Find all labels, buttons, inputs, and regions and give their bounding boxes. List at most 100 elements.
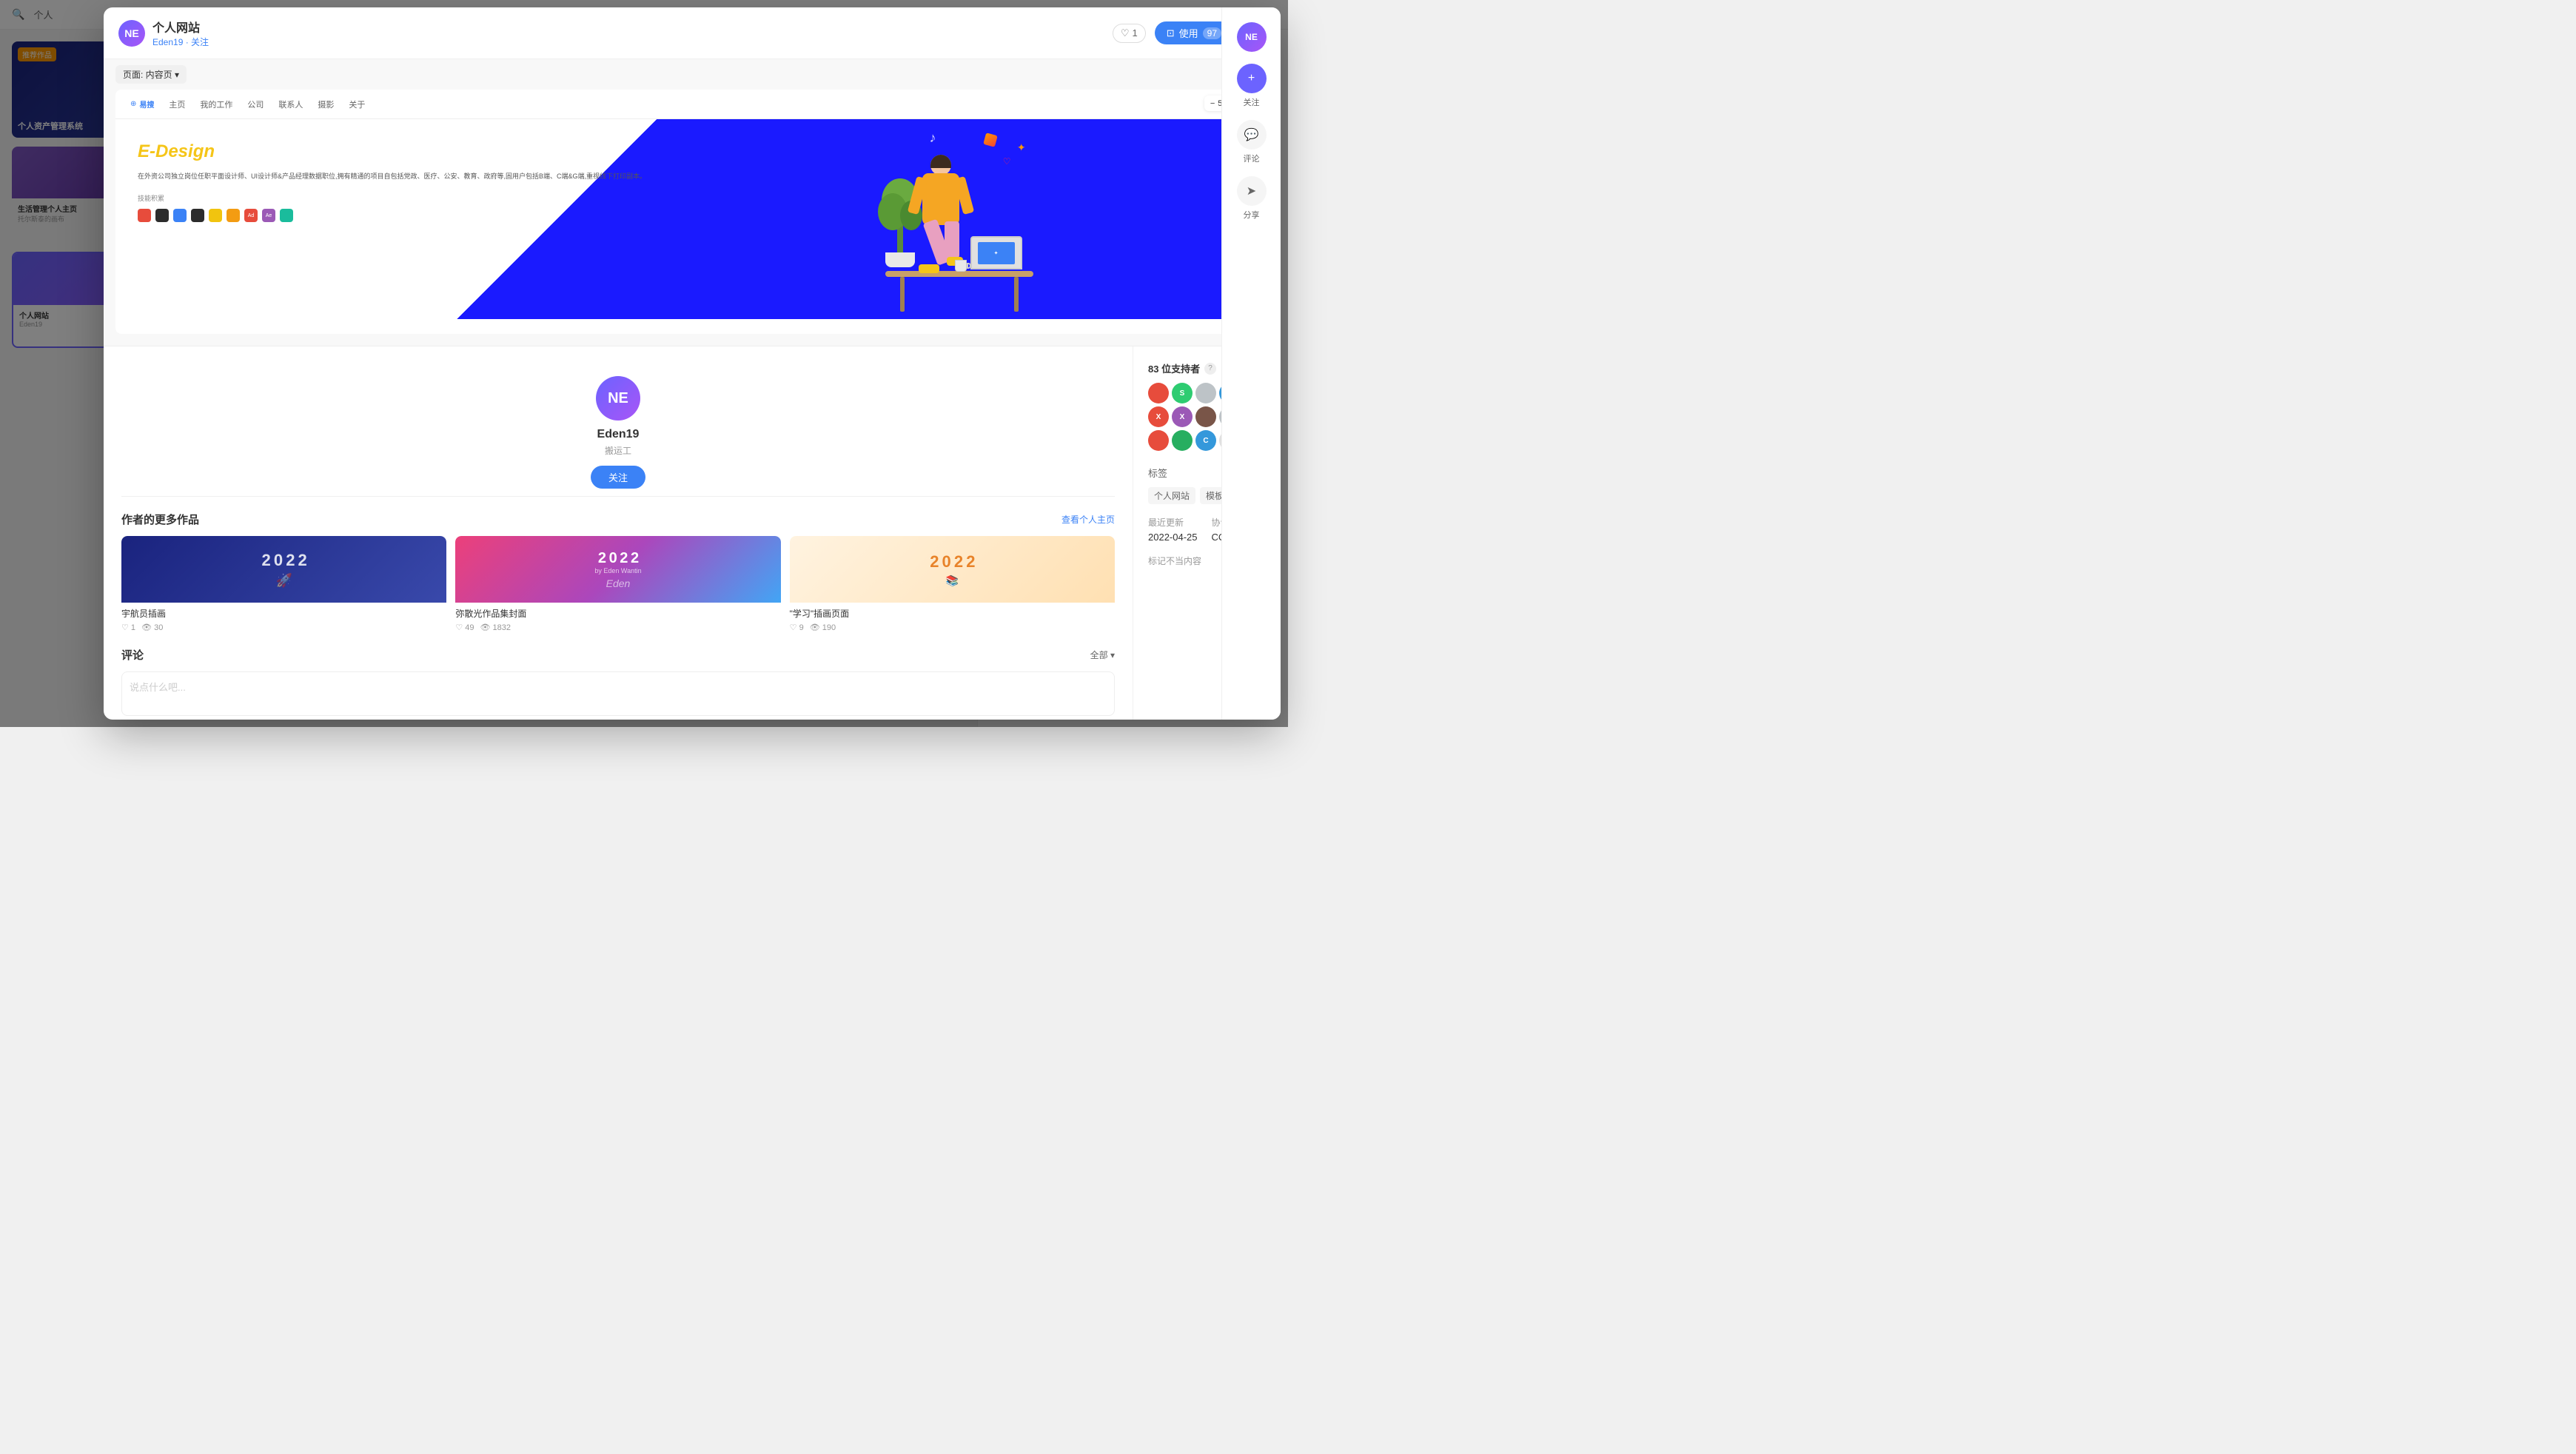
modal-logo: NE: [118, 20, 145, 47]
follow-button[interactable]: 关注: [591, 466, 645, 489]
work-stats-1: ♡ 1 👁 30: [121, 623, 446, 632]
music-deco: ♪: [930, 130, 936, 146]
work-heart-1: ♡ 1: [121, 623, 135, 632]
work-stats-2: ♡ 49 👁 1832: [455, 623, 780, 632]
panel-avatar: NE: [1237, 22, 1267, 52]
skill-icons: Ad Ae: [138, 209, 728, 222]
skill-icon-6: [227, 209, 240, 222]
work-views-3: 👁 190: [810, 623, 836, 632]
right-floating-panel: NE + 关注 💬 评论 ➤ 分享: [1221, 7, 1281, 720]
modal-subtitle[interactable]: Eden19 · 关注: [152, 36, 1113, 48]
more-works-header: 作者的更多作品 查看个人主页: [121, 512, 1115, 527]
use-label: 使用: [1179, 26, 1198, 40]
comment-placeholder: 说点什么吧...: [130, 682, 186, 693]
work-title-1: 宇航员插画: [121, 607, 446, 620]
supporter-7[interactable]: X: [1172, 406, 1193, 427]
work-title-2: 弥散光作品集封面: [455, 607, 780, 620]
skill-icon-9: [280, 209, 293, 222]
work-content-3: 2 0 2 2 📚: [930, 552, 974, 587]
supporter-11[interactable]: [1148, 430, 1169, 451]
nav-main: 主页: [169, 98, 185, 110]
preview-frame: ⊕ 易搜 主页 我的工作 公司 联系人 摄影 关于 个人网站: [115, 90, 1269, 334]
skill-icon-3: [173, 209, 187, 222]
nav-about: 关于: [349, 98, 365, 110]
follow-label: 关注: [1244, 96, 1260, 108]
site-hero-title: E-Design: [138, 141, 728, 162]
supporter-1[interactable]: [1148, 383, 1169, 403]
nav-contact: 联系人: [278, 98, 303, 110]
preview-section: 页面: 内容页 ▾ ⊕ 易搜 主页 我的工作 公司 联系人: [104, 59, 1281, 346]
work-thumb-3: 2 0 2 2 📚: [790, 536, 1115, 603]
share-icon: ➤: [1237, 176, 1267, 206]
work-card-1[interactable]: 2 0 2 2 🚀 宇航员插画 ♡ 1 👁 30: [121, 536, 446, 632]
works-grid: 2 0 2 2 🚀 宇航员插画 ♡ 1 👁 30: [121, 536, 1115, 632]
page-selector[interactable]: 页面: 内容页 ▾: [115, 65, 187, 84]
more-works-title: 作者的更多作品: [121, 512, 199, 527]
skills-label: 技能积累: [138, 193, 728, 203]
site-nav: ⊕ 易搜 主页 我的工作 公司 联系人 摄影 关于 个人网站: [115, 90, 1269, 119]
share-label: 分享: [1244, 209, 1260, 221]
supporter-2[interactable]: S: [1172, 383, 1193, 403]
site-hero: E-Design 在外资公司独立岗位任职平面设计师、UI设计师&产品经理数据职位…: [115, 119, 1269, 319]
nav-work: 我的工作: [200, 98, 232, 110]
zoom-minus-btn[interactable]: −: [1210, 99, 1215, 108]
supporter-3[interactable]: [1195, 383, 1216, 403]
skill-icon-1: [138, 209, 151, 222]
view-all-link[interactable]: 查看个人主页: [1061, 513, 1115, 526]
work-thumb-1: 2 0 2 2 🚀: [121, 536, 446, 603]
panel-follow-btn[interactable]: + 关注: [1237, 64, 1267, 108]
supporters-count: 83 位支持者: [1148, 361, 1200, 375]
box-deco: [983, 133, 998, 147]
copy-icon: ⊡: [1167, 27, 1175, 39]
site-logo: ⊕ 易搜: [130, 98, 154, 110]
work-card-2[interactable]: 2 0 2 2 by Eden Wantin Eden 弥散光作品集封面 ♡ 4…: [455, 536, 780, 632]
supporters-question[interactable]: ?: [1204, 363, 1216, 375]
comments-header: 评论 全部 ▾: [121, 647, 1115, 663]
tag-1[interactable]: 个人网站: [1148, 487, 1195, 504]
laptop-illustration: ✦: [970, 236, 1022, 273]
author-role: 搬运工: [605, 444, 631, 457]
work-stats-3: ♡ 9 👁 190: [790, 623, 1115, 632]
work-heart-3: ♡ 9: [790, 623, 804, 632]
skill-icon-2: [155, 209, 169, 222]
like-button[interactable]: ♡ 1: [1113, 24, 1146, 43]
work-views-2: 👁 1832: [480, 623, 511, 632]
modal-title: 个人网站: [152, 18, 1113, 36]
supporter-13[interactable]: C: [1195, 430, 1216, 451]
view-all-comments[interactable]: 全部 ▾: [1090, 649, 1115, 661]
last-update-label: 最近更新: [1148, 516, 1203, 529]
use-count: 97: [1203, 27, 1221, 39]
heart-icon: ♡: [1121, 27, 1130, 39]
nav-photo: 摄影: [318, 98, 334, 110]
follow-icon: +: [1237, 64, 1267, 93]
modal-header-info: 个人网站 Eden19 · 关注: [152, 18, 1113, 48]
panel-comment-btn[interactable]: 💬 评论: [1237, 120, 1267, 164]
author-name: Eden19: [597, 428, 640, 441]
supporter-6[interactable]: X: [1148, 406, 1169, 427]
modal: NE 个人网站 Eden19 · 关注 ♡ 1 ⊡ 使用 97 × 页面: 内容: [104, 7, 1281, 720]
work-content-2: 2 0 2 2 by Eden Wantin Eden: [455, 544, 780, 595]
person-illustration: [908, 155, 974, 273]
comments-section: 评论 全部 ▾ 说点什么吧...: [121, 647, 1115, 720]
page-selector-label: 页面: 内容页 ▾: [123, 68, 179, 81]
skill-icon-7: Ad: [244, 209, 258, 222]
heart-deco: ♡: [1003, 156, 1011, 167]
comment-label: 评论: [1244, 153, 1260, 164]
last-update-item: 最近更新 2022-04-25: [1148, 516, 1203, 543]
author-info: NE Eden19 搬运工 关注: [121, 361, 1115, 497]
supporter-8[interactable]: [1195, 406, 1216, 427]
panel-share-btn[interactable]: ➤ 分享: [1237, 176, 1267, 221]
preview-toolbar: 页面: 内容页 ▾: [104, 59, 1281, 90]
last-update-value: 2022-04-25: [1148, 532, 1203, 543]
preview-image: ⊕ 易搜 主页 我的工作 公司 联系人 摄影 关于 个人网站: [115, 90, 1269, 334]
supporter-12[interactable]: [1172, 430, 1193, 451]
work-card-3[interactable]: 2 0 2 2 📚 "学习"插画页面 ♡ 9 👁 190: [790, 536, 1115, 632]
comment-input[interactable]: 说点什么吧...: [121, 671, 1115, 716]
modal-body: 页面: 内容页 ▾ ⊕ 易搜 主页 我的工作 公司 联系人: [104, 59, 1281, 720]
modal-header: NE 个人网站 Eden19 · 关注 ♡ 1 ⊡ 使用 97 ×: [104, 7, 1281, 59]
comment-icon: 💬: [1237, 120, 1267, 150]
work-views-1: 👁 30: [141, 623, 163, 632]
cup-illustration: [955, 260, 967, 273]
site-hero-desc: 在外资公司独立岗位任职平面设计师、UI设计师&产品经理数据职位,拥有精通的项目自…: [138, 171, 728, 181]
skill-icon-8: Ae: [262, 209, 275, 222]
